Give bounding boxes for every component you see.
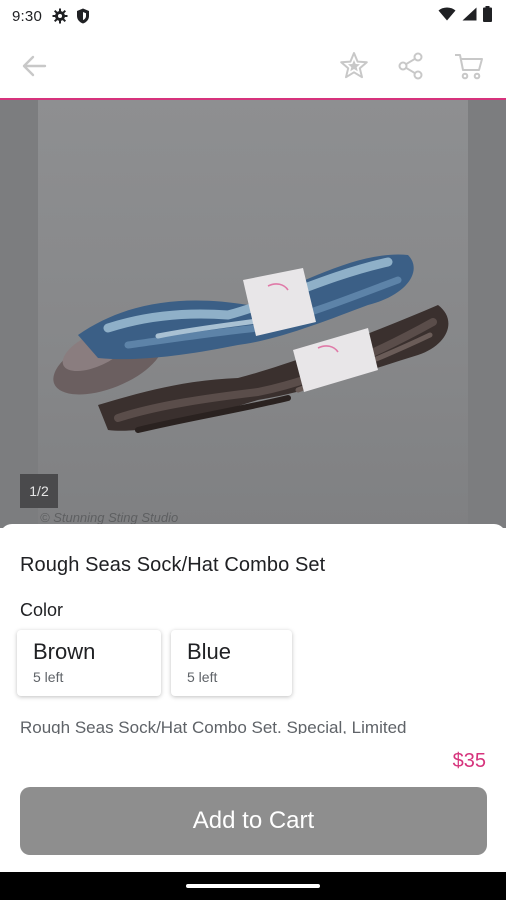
cart-icon[interactable]	[449, 46, 489, 86]
star-icon[interactable]	[334, 46, 374, 86]
back-arrow-icon[interactable]	[14, 46, 54, 86]
gear-icon	[52, 8, 68, 24]
home-gesture-handle[interactable]	[186, 884, 320, 888]
purchase-bar: $35 Add to Cart	[0, 734, 506, 872]
shield-icon	[76, 8, 90, 24]
product-title: Rough Seas Sock/Hat Combo Set	[20, 554, 326, 576]
color-option-brown[interactable]: Brown 5 left	[17, 630, 161, 696]
status-right-icons	[438, 6, 492, 26]
product-price: $35	[452, 750, 486, 772]
product-description: Rough Seas Sock/Hat Combo Set. Special, …	[20, 718, 407, 734]
system-nav-bar	[0, 872, 506, 900]
yarn-photo	[38, 100, 468, 528]
photo-watermark: © Stunning Sting Studio	[40, 510, 179, 525]
battery-icon	[483, 6, 492, 26]
image-counter: 1/2	[20, 474, 58, 508]
signal-icon	[462, 7, 477, 25]
wifi-icon	[438, 7, 456, 25]
status-bar: 9:30	[0, 0, 506, 32]
product-details-sheet: Rough Seas Sock/Hat Combo Set Color Brow…	[0, 524, 506, 734]
product-image-gallery[interactable]: 1/2 © Stunning Sting Studio	[0, 100, 506, 528]
color-option-stock: 5 left	[187, 669, 218, 685]
color-option-name: Blue	[187, 639, 232, 664]
color-option-name: Brown	[33, 639, 96, 664]
color-label: Color	[20, 600, 64, 620]
top-toolbar	[0, 32, 506, 99]
color-option-blue[interactable]: Blue 5 left	[171, 630, 292, 696]
status-time: 9:30	[12, 7, 42, 25]
color-option-stock: 5 left	[33, 669, 64, 685]
share-icon[interactable]	[391, 46, 431, 86]
add-to-cart-button[interactable]: Add to Cart	[20, 787, 487, 855]
